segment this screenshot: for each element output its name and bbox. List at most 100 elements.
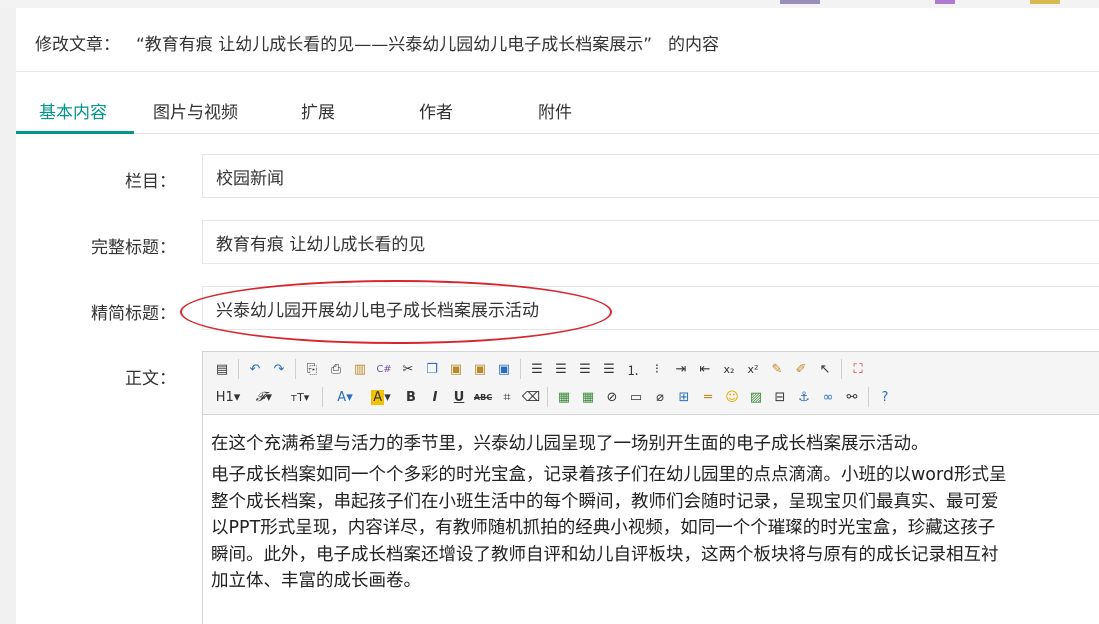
tab-bar: 基本内容 图片与视频 扩展 作者 附件	[16, 72, 1099, 134]
italic-button[interactable]: I	[424, 386, 446, 408]
table-lines-icon[interactable]: ⌗	[496, 386, 518, 408]
font-family-dropdown[interactable]: 𝓕 ▾	[247, 386, 281, 408]
content-line: 电子成长档案如同一个个多彩的时光宝盒，记录着孩子们在幼儿园里的点点滴滴。小班的以…	[211, 465, 1007, 485]
active-tab-indicator	[16, 131, 134, 134]
tab-author[interactable]: 作者	[419, 98, 453, 123]
insert-image-icon[interactable]: ▦	[553, 386, 575, 408]
strip-block	[780, 0, 820, 4]
content-line: 加立体、丰富的成长画卷。	[211, 571, 421, 591]
template-icon[interactable]: ▥	[349, 358, 371, 380]
strip-block	[935, 0, 955, 4]
tab-images-videos[interactable]: 图片与视频	[153, 98, 238, 123]
short-title-input[interactable]	[203, 287, 1099, 329]
toolbar-separator	[868, 387, 869, 407]
ordered-list-icon[interactable]: ⒈	[622, 358, 644, 380]
anchor-icon[interactable]: ⚓	[793, 386, 815, 408]
select-all-icon[interactable]: ✐	[790, 358, 812, 380]
paste-text-icon[interactable]: ▣	[469, 358, 491, 380]
redo-icon[interactable]: ↷	[268, 358, 290, 380]
toolbar-row-1: ▤ ↶ ↷ ⎘ ⎙ ▥ C# ✂ ❐ ▣ ▣ ▣ ☰ ☰ ☰ ☰ ⒈ ⁝ ⇥ ⇤…	[211, 356, 871, 382]
code-icon[interactable]: C#	[373, 358, 395, 380]
align-left-icon[interactable]: ☰	[526, 358, 548, 380]
page-break-icon[interactable]: ⊟	[769, 386, 791, 408]
superscript-icon[interactable]: x²	[742, 358, 764, 380]
horizontal-rule-icon[interactable]: ═	[697, 386, 719, 408]
preview-icon[interactable]: ⎘	[301, 358, 323, 380]
eraser-icon[interactable]: ⌫	[520, 386, 542, 408]
full-title-label: 完整标题：	[91, 238, 176, 258]
flash-icon[interactable]: ⊘	[601, 386, 623, 408]
toolbar-separator	[520, 359, 521, 379]
video-icon[interactable]: ▭	[625, 386, 647, 408]
heading-dropdown[interactable]: H1 ▾	[211, 386, 245, 408]
paste-word-icon[interactable]: ▣	[493, 358, 515, 380]
column-input[interactable]	[203, 155, 1099, 197]
toolbar-separator	[295, 359, 296, 379]
toolbar-separator	[841, 359, 842, 379]
print-icon[interactable]: ⎙	[325, 358, 347, 380]
content-line: 瞬间。此外，电子成长档案还增设了教师自评和幼儿自评板块，这两个板块将与原有的成长…	[211, 544, 999, 565]
unordered-list-icon[interactable]: ⁝	[646, 358, 668, 380]
emoticon-icon[interactable]: ☺	[721, 386, 743, 408]
editor-toolbar: ▤ ↶ ↷ ⎘ ⎙ ▥ C# ✂ ❐ ▣ ▣ ▣ ☰ ☰ ☰ ☰ ⒈ ⁝ ⇥ ⇤…	[203, 352, 1099, 415]
content-line: 以PPT形式呈现，内容详尽，有教师随机抓拍的经典小视频，如同一个个璀璨的时光宝盒…	[211, 518, 996, 538]
clear-format-icon[interactable]: ✎	[766, 358, 788, 380]
source-icon[interactable]: ▤	[211, 358, 233, 380]
help-icon[interactable]: ?	[874, 386, 896, 408]
heading-label: H1	[215, 389, 234, 405]
cursor-icon[interactable]: ↖	[814, 358, 836, 380]
title-suffix: 的内容	[668, 35, 720, 55]
toolbar-separator	[322, 387, 323, 407]
full-title-input[interactable]	[203, 221, 1099, 263]
font-color-label: A	[337, 389, 347, 405]
underline-button[interactable]: U	[448, 386, 470, 408]
justify-icon[interactable]: ☰	[598, 358, 620, 380]
highlight-color-label: A	[371, 389, 385, 405]
subscript-icon[interactable]: x₂	[718, 358, 740, 380]
strip-block	[1030, 0, 1060, 4]
multi-image-icon[interactable]: ▦	[577, 386, 599, 408]
title-quoted: “教育有痕 让幼儿成长看的见——兴泰幼儿园幼儿电子成长档案展示”	[136, 35, 653, 55]
column-field[interactable]	[202, 154, 1099, 198]
page-title: 修改文章： “教育有痕 让幼儿成长看的见——兴泰幼儿园幼儿电子成长档案展示” 的内容	[35, 30, 719, 55]
toolbar-separator	[547, 387, 548, 407]
left-gutter	[0, 8, 16, 624]
short-title-field[interactable]	[202, 286, 1099, 330]
align-right-icon[interactable]: ☰	[574, 358, 596, 380]
content-line: 整个成长档案，串起孩子们在小班生活中的每个瞬间，教师们会随时记录，呈现宝贝们最真…	[211, 491, 999, 512]
tab-attachments[interactable]: 附件	[538, 98, 572, 123]
outdent-icon[interactable]: ⇤	[694, 358, 716, 380]
font-color-dropdown[interactable]: A ▾	[328, 386, 362, 408]
attachment-icon[interactable]: ⌀	[649, 386, 671, 408]
toolbar-row-2: H1 ▾ 𝓕 ▾ тT ▾ A ▾ A ▾ B I U ABC ⌗ ⌫ ▦ ▦ ⊘ ▭ ⌀…	[211, 384, 898, 410]
insert-table-icon[interactable]: ⊞	[673, 386, 695, 408]
column-label: 栏目：	[125, 172, 176, 192]
highlight-color-dropdown[interactable]: A ▾	[364, 386, 398, 408]
fullscreen-icon[interactable]: ⛶	[847, 358, 869, 380]
editor-content[interactable]: 在这个充满希望与活力的季节里，兴泰幼儿园呈现了一场别开生面的电子成长档案展示活动…	[203, 416, 1099, 599]
unlink-icon[interactable]: ⚯	[841, 386, 863, 408]
tab-extension[interactable]: 扩展	[301, 98, 335, 123]
toolbar-separator	[238, 359, 239, 379]
content-paragraph: 电子成长档案如同一个个多彩的时光宝盒，记录着孩子们在幼儿园里的点点滴滴。小班的以…	[211, 462, 1099, 595]
copy-icon[interactable]: ❐	[421, 358, 443, 380]
title-prefix: 修改文章：	[35, 35, 120, 55]
cut-icon[interactable]: ✂	[397, 358, 419, 380]
tab-basic-content[interactable]: 基本内容	[39, 98, 107, 123]
font-family-label: 𝓕	[255, 389, 266, 405]
full-title-field[interactable]	[202, 220, 1099, 264]
strikethrough-button[interactable]: ABC	[472, 386, 494, 408]
short-title-label: 精简标题：	[91, 304, 176, 324]
content-paragraph: 在这个充满希望与活力的季节里，兴泰幼儿园呈现了一场别开生面的电子成长档案展示活动…	[211, 434, 929, 454]
rich-text-editor[interactable]: ▤ ↶ ↷ ⎘ ⎙ ▥ C# ✂ ❐ ▣ ▣ ▣ ☰ ☰ ☰ ☰ ⒈ ⁝ ⇥ ⇤…	[202, 351, 1099, 624]
paste-icon[interactable]: ▣	[445, 358, 467, 380]
align-center-icon[interactable]: ☰	[550, 358, 572, 380]
bold-button[interactable]: B	[400, 386, 422, 408]
browser-top-strip	[0, 0, 1099, 8]
font-size-dropdown[interactable]: тT ▾	[283, 386, 317, 408]
link-icon[interactable]: ∞	[817, 386, 839, 408]
image-icon[interactable]: ▨	[745, 386, 767, 408]
font-size-label: тT	[290, 390, 304, 404]
undo-icon[interactable]: ↶	[244, 358, 266, 380]
indent-icon[interactable]: ⇥	[670, 358, 692, 380]
